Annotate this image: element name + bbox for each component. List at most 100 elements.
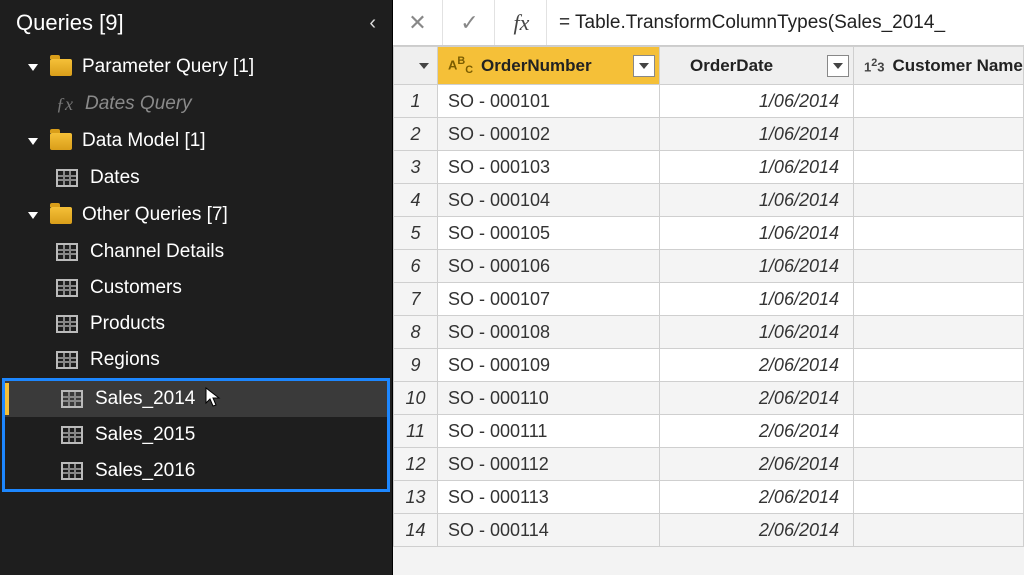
data-grid[interactable]: ABC OrderNumber OrderDate: [393, 46, 1024, 575]
column-header-customer-name[interactable]: 123 Customer Name: [854, 47, 1024, 85]
table-row[interactable]: 9SO - 0001092/06/2014: [394, 349, 1024, 382]
cell-ordernumber[interactable]: SO - 000111: [438, 415, 660, 448]
group-data-model[interactable]: Data Model [1]: [0, 122, 392, 160]
query-item-channel-details[interactable]: Channel Details: [0, 234, 392, 270]
cell-customername[interactable]: [854, 349, 1024, 382]
cell-ordernumber[interactable]: SO - 000114: [438, 514, 660, 547]
cell-ordernumber[interactable]: SO - 000108: [438, 316, 660, 349]
cell-customername[interactable]: [854, 481, 1024, 514]
cancel-formula-button[interactable]: ✕: [393, 0, 443, 45]
column-filter-dropdown[interactable]: [633, 55, 655, 77]
cell-customername[interactable]: [854, 415, 1024, 448]
table-row[interactable]: 7SO - 0001071/06/2014: [394, 283, 1024, 316]
table-row[interactable]: 5SO - 0001051/06/2014: [394, 217, 1024, 250]
query-tree: Parameter Query [1] ƒx Dates Query Data …: [0, 48, 392, 575]
cell-ordernumber[interactable]: SO - 000110: [438, 382, 660, 415]
query-item-dates-query[interactable]: ƒx Dates Query: [0, 86, 392, 122]
table-row[interactable]: 1SO - 0001011/06/2014: [394, 85, 1024, 118]
table-row[interactable]: 13SO - 0001132/06/2014: [394, 481, 1024, 514]
cell-orderdate[interactable]: 1/06/2014: [660, 151, 854, 184]
cell-orderdate[interactable]: 2/06/2014: [660, 382, 854, 415]
cell-ordernumber[interactable]: SO - 000103: [438, 151, 660, 184]
query-label: Dates: [90, 167, 140, 189]
cell-orderdate[interactable]: 1/06/2014: [660, 316, 854, 349]
cell-customername[interactable]: [854, 514, 1024, 547]
query-item-dates[interactable]: Dates: [0, 160, 392, 196]
cell-customername[interactable]: [854, 250, 1024, 283]
cell-customername[interactable]: [854, 151, 1024, 184]
query-item-products[interactable]: Products: [0, 306, 392, 342]
cell-ordernumber[interactable]: SO - 000105: [438, 217, 660, 250]
cell-customername[interactable]: [854, 85, 1024, 118]
formula-bar: ✕ ✓ fx = Table.TransformColumnTypes(Sale…: [393, 0, 1024, 46]
table-row[interactable]: 3SO - 0001031/06/2014: [394, 151, 1024, 184]
cell-customername[interactable]: [854, 283, 1024, 316]
cell-ordernumber[interactable]: SO - 000102: [438, 118, 660, 151]
cell-customername[interactable]: [854, 448, 1024, 481]
row-number[interactable]: 10: [394, 382, 438, 415]
collapse-sidebar-icon[interactable]: ‹: [369, 12, 376, 35]
row-number[interactable]: 12: [394, 448, 438, 481]
table-row[interactable]: 12SO - 0001122/06/2014: [394, 448, 1024, 481]
row-number[interactable]: 9: [394, 349, 438, 382]
query-item-regions[interactable]: Regions: [0, 342, 392, 378]
table-row[interactable]: 4SO - 0001041/06/2014: [394, 184, 1024, 217]
row-number[interactable]: 14: [394, 514, 438, 547]
query-label: Sales_2016: [95, 460, 195, 482]
cell-customername[interactable]: [854, 184, 1024, 217]
table-row[interactable]: 11SO - 0001112/06/2014: [394, 415, 1024, 448]
cell-orderdate[interactable]: 2/06/2014: [660, 349, 854, 382]
row-number[interactable]: 7: [394, 283, 438, 316]
table-row[interactable]: 14SO - 0001142/06/2014: [394, 514, 1024, 547]
cell-orderdate[interactable]: 1/06/2014: [660, 283, 854, 316]
table-row[interactable]: 6SO - 0001061/06/2014: [394, 250, 1024, 283]
cell-customername[interactable]: [854, 382, 1024, 415]
column-header-ordernumber[interactable]: ABC OrderNumber: [438, 47, 660, 85]
row-number[interactable]: 6: [394, 250, 438, 283]
query-item-sales-2016[interactable]: Sales_2016: [5, 453, 387, 489]
row-number[interactable]: 1: [394, 85, 438, 118]
cell-customername[interactable]: [854, 316, 1024, 349]
cell-orderdate[interactable]: 1/06/2014: [660, 118, 854, 151]
cell-orderdate[interactable]: 2/06/2014: [660, 481, 854, 514]
cell-orderdate[interactable]: 1/06/2014: [660, 85, 854, 118]
select-all-cell[interactable]: [394, 47, 438, 85]
cell-ordernumber[interactable]: SO - 000109: [438, 349, 660, 382]
group-other-queries[interactable]: Other Queries [7]: [0, 196, 392, 234]
column-header-orderdate[interactable]: OrderDate: [660, 47, 854, 85]
row-number[interactable]: 8: [394, 316, 438, 349]
row-number[interactable]: 13: [394, 481, 438, 514]
table-row[interactable]: 10SO - 0001102/06/2014: [394, 382, 1024, 415]
cell-orderdate[interactable]: 2/06/2014: [660, 448, 854, 481]
cell-orderdate[interactable]: 1/06/2014: [660, 250, 854, 283]
table-icon: [61, 426, 83, 444]
cell-customername[interactable]: [854, 217, 1024, 250]
group-parameter-query[interactable]: Parameter Query [1]: [0, 48, 392, 86]
formula-input[interactable]: = Table.TransformColumnTypes(Sales_2014_: [549, 12, 1024, 34]
cell-orderdate[interactable]: 1/06/2014: [660, 184, 854, 217]
row-number[interactable]: 2: [394, 118, 438, 151]
cell-ordernumber[interactable]: SO - 000101: [438, 85, 660, 118]
cell-customername[interactable]: [854, 118, 1024, 151]
accept-formula-button[interactable]: ✓: [445, 0, 495, 45]
dropdown-icon[interactable]: [413, 55, 435, 77]
cell-orderdate[interactable]: 2/06/2014: [660, 415, 854, 448]
table-row[interactable]: 2SO - 0001021/06/2014: [394, 118, 1024, 151]
cell-ordernumber[interactable]: SO - 000107: [438, 283, 660, 316]
table-row[interactable]: 8SO - 0001081/06/2014: [394, 316, 1024, 349]
query-item-sales-2014[interactable]: Sales_2014: [5, 381, 387, 417]
row-number[interactable]: 3: [394, 151, 438, 184]
cell-ordernumber[interactable]: SO - 000113: [438, 481, 660, 514]
query-item-customers[interactable]: Customers: [0, 270, 392, 306]
query-item-sales-2015[interactable]: Sales_2015: [5, 417, 387, 453]
column-filter-dropdown[interactable]: [827, 55, 849, 77]
cell-orderdate[interactable]: 2/06/2014: [660, 514, 854, 547]
cell-ordernumber[interactable]: SO - 000104: [438, 184, 660, 217]
row-number[interactable]: 5: [394, 217, 438, 250]
row-number[interactable]: 11: [394, 415, 438, 448]
cell-orderdate[interactable]: 1/06/2014: [660, 217, 854, 250]
row-number[interactable]: 4: [394, 184, 438, 217]
cell-ordernumber[interactable]: SO - 000112: [438, 448, 660, 481]
cell-ordernumber[interactable]: SO - 000106: [438, 250, 660, 283]
fx-icon[interactable]: fx: [497, 0, 547, 45]
